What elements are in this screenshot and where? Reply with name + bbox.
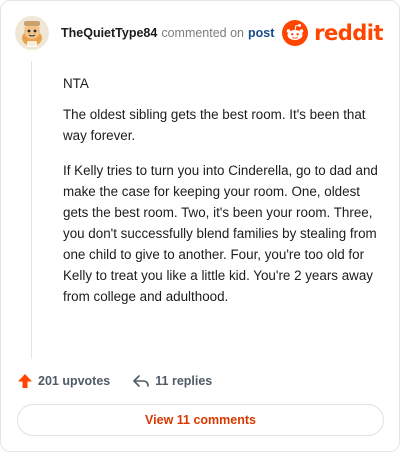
reddit-snoo-icon <box>282 20 309 46</box>
reddit-wordmark: reddit <box>314 21 383 45</box>
thread-line[interactable] <box>31 61 32 359</box>
replies-count: 11 replies <box>155 374 213 388</box>
reply-arrow-icon <box>133 375 150 387</box>
commented-on-text: commented on <box>161 26 245 40</box>
comment-card: TheQuietType84 commented on post reddit … <box>0 0 400 452</box>
user-avatar-icon[interactable] <box>15 16 49 50</box>
upvote-count: 201 upvotes <box>38 374 111 388</box>
replies-button[interactable]: 11 replies <box>132 373 212 389</box>
post-link[interactable]: post <box>248 26 274 40</box>
comment-meta: TheQuietType84 commented on post <box>61 26 274 40</box>
comment-header: TheQuietType84 commented on post reddit <box>15 15 383 51</box>
comment-body: NTA The oldest sibling gets the best roo… <box>63 73 387 321</box>
upvote-arrow-icon <box>18 374 32 388</box>
username-link[interactable]: TheQuietType84 <box>61 26 157 40</box>
upvote-button[interactable]: 201 upvotes <box>17 373 110 389</box>
comment-paragraph: NTA <box>63 76 89 91</box>
comment-paragraph: The oldest sibling gets the best room. I… <box>63 107 366 143</box>
comment-actions: 201 upvotes 11 replies <box>17 370 212 392</box>
comment-paragraph: If Kelly tries to turn you into Cinderel… <box>63 163 378 304</box>
reddit-logo[interactable]: reddit <box>282 20 383 46</box>
view-comments-button[interactable]: View 11 comments <box>17 404 384 436</box>
